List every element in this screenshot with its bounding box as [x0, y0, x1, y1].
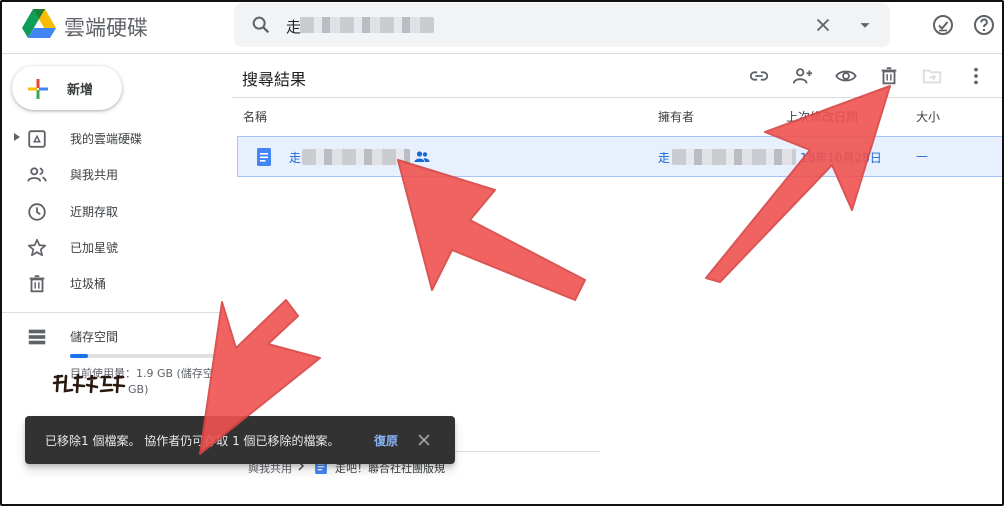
drive-logo-icon[interactable]: [22, 9, 56, 39]
help-icon[interactable]: [972, 13, 996, 37]
sidebar-item-my-drive[interactable]: 我的雲端硬碟: [0, 121, 220, 155]
link-icon[interactable]: [748, 65, 770, 87]
main-divider: [232, 97, 1004, 98]
sidebar-item-starred[interactable]: 已加星號: [0, 230, 220, 264]
storage-usage-bar: [70, 354, 218, 358]
search-box[interactable]: 走: [234, 3, 890, 47]
offline-check-icon[interactable]: [931, 13, 955, 37]
storage-usage-fill: [70, 354, 88, 358]
undo-button[interactable]: 復原: [374, 432, 398, 449]
sidebar-divider: [0, 312, 220, 313]
share-icon[interactable]: [791, 65, 813, 87]
row-file-name[interactable]: 走: [289, 149, 301, 166]
row-owner: 走: [658, 151, 671, 165]
shared-with-me-icon: [27, 167, 47, 182]
watermark-logo-icon: [52, 373, 126, 394]
search-query-redacted: [300, 17, 434, 33]
sidebar-item-trash[interactable]: 垃圾桶: [0, 266, 220, 300]
top-bar: 雲端硬碟 走: [0, 0, 1004, 54]
sidebar-item-label: 垃圾桶: [70, 277, 107, 291]
table-row[interactable]: 走 走 18年10月28日 —: [237, 136, 1004, 177]
column-header-size: 大小: [916, 110, 941, 124]
search-options-icon[interactable]: [854, 14, 876, 36]
storage-icon: [28, 329, 46, 345]
snackbar-message: 已移除1 個檔案。 協作者仍可存取 1 個已移除的檔案。: [45, 434, 340, 448]
file-name-redacted: [302, 149, 410, 165]
trash-icon[interactable]: [878, 65, 900, 87]
column-header-name[interactable]: 名稱: [243, 108, 267, 125]
sidebar-item-shared-with-me[interactable]: 與我共用: [0, 157, 220, 191]
snackbar: 已移除1 個檔案。 協作者仍可存取 1 個已移除的檔案。 復原: [25, 416, 455, 464]
more-icon[interactable]: [965, 65, 987, 87]
plus-icon: [28, 79, 48, 99]
column-header-modified[interactable]: 上次修改日期: [786, 108, 858, 125]
app-title: 雲端硬碟: [64, 16, 148, 40]
sidebar-item-label: 儲存空間: [70, 330, 119, 344]
search-input[interactable]: 走: [286, 16, 301, 37]
move-icon[interactable]: [921, 65, 943, 87]
row-modified-date: 18年10月28日: [800, 151, 882, 165]
google-doc-icon: [257, 148, 271, 166]
trash-icon: [29, 275, 45, 293]
sidebar-item-label: 與我共用: [70, 168, 119, 182]
owner-redacted: [672, 149, 796, 165]
new-button[interactable]: 新增: [12, 66, 122, 110]
star-icon: [27, 238, 47, 257]
new-button-label: 新增: [67, 83, 94, 98]
caret-right-icon[interactable]: [13, 132, 21, 142]
page-title: 搜尋結果: [242, 70, 307, 89]
row-size: —: [916, 149, 928, 163]
sidebar-item-label: 近期存取: [70, 205, 119, 219]
sidebar-item-label: 已加星號: [70, 241, 119, 255]
preview-icon[interactable]: [835, 65, 857, 87]
close-icon[interactable]: [812, 14, 834, 36]
sidebar-item-label: 我的雲端硬碟: [70, 132, 143, 146]
sidebar-item-recent[interactable]: 近期存取: [0, 194, 220, 228]
recent-icon: [28, 203, 46, 221]
sidebar-item-storage[interactable]: 儲存空間: [0, 319, 220, 353]
annotation-arrow-file: [397, 159, 586, 301]
my-drive-icon: [28, 130, 46, 148]
close-icon[interactable]: [417, 433, 431, 447]
search-icon[interactable]: [250, 14, 272, 36]
column-header-owner: 擁有者: [658, 110, 695, 124]
shared-people-icon: [414, 151, 430, 162]
